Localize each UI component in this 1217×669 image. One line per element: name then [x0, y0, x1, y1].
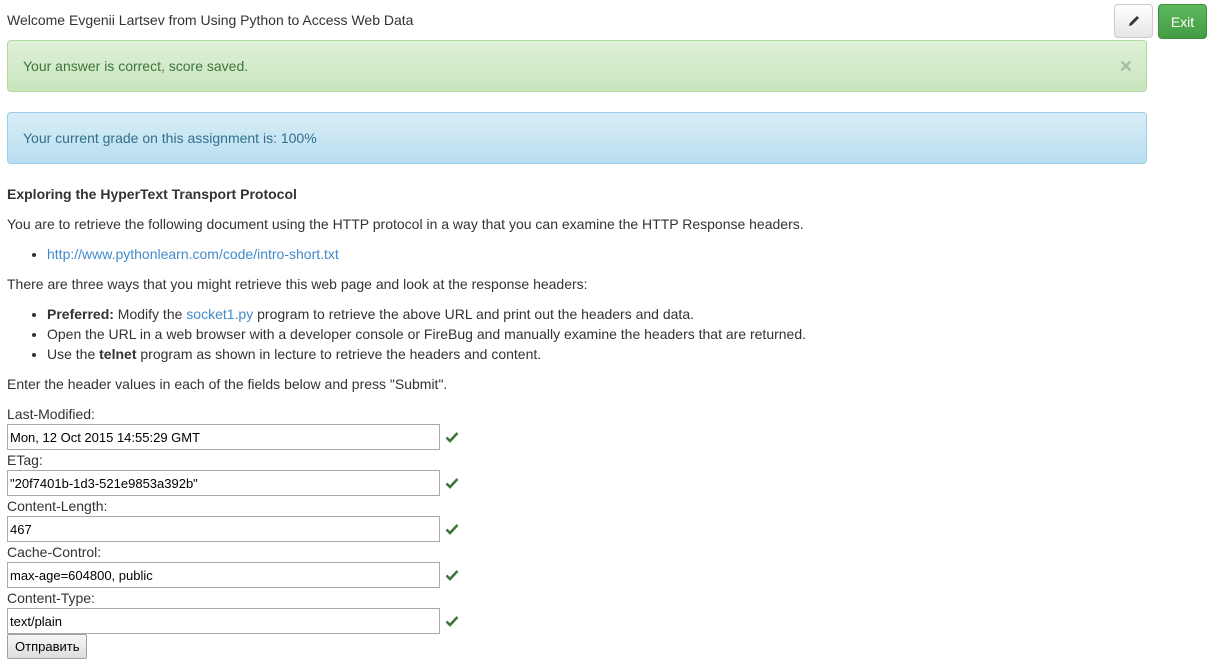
etag-row — [7, 470, 1207, 496]
last-modified-field[interactable] — [7, 424, 440, 450]
grade-alert-text: Your current grade on this assignment is… — [23, 130, 317, 146]
url-list: http://www.pythonlearn.com/code/intro-sh… — [7, 244, 1207, 264]
pencil-icon — [1128, 16, 1139, 26]
last-modified-label: Last-Modified: — [7, 406, 95, 422]
submit-button[interactable]: Отправить — [7, 634, 88, 659]
intro-text: You are to retrieve the following docume… — [7, 216, 804, 232]
checkmark-icon — [445, 524, 459, 535]
cache-control-label: Cache-Control: — [7, 544, 102, 560]
cache-control-row — [7, 562, 1207, 588]
last-modified-row — [7, 424, 1207, 450]
way1-text-post: program to retrieve the above URL and pr… — [253, 306, 694, 322]
way1-text-pre: Modify the — [113, 306, 187, 322]
content-length-row — [7, 516, 1207, 542]
welcome-text: Welcome Evgenii Lartsev from Using Pytho… — [7, 12, 414, 28]
edit-button[interactable] — [1114, 4, 1153, 38]
content-length-label: Content-Length: — [7, 498, 108, 514]
preferred-label: Preferred: — [47, 306, 114, 322]
etag-label: ETag: — [7, 452, 43, 468]
cache-control-field[interactable] — [7, 562, 440, 588]
assignment-content: Exploring the HyperText Transport Protoc… — [7, 184, 1207, 659]
assignment-title: Exploring the HyperText Transport Protoc… — [7, 186, 297, 202]
success-alert-text: Your answer is correct, score saved. — [23, 58, 249, 74]
checkmark-icon — [445, 478, 459, 489]
close-icon[interactable]: × — [1120, 56, 1132, 77]
ways-list: Preferred: Modify the socket1.py program… — [7, 304, 1207, 364]
list-item: http://www.pythonlearn.com/code/intro-sh… — [47, 244, 1207, 264]
list-item: Use the telnet program as shown in lectu… — [47, 344, 1207, 364]
list-item: Preferred: Modify the socket1.py program… — [47, 304, 1207, 324]
header-form: Last-Modified: ETag: Content-Length: Cac… — [7, 404, 1207, 659]
checkmark-icon — [445, 432, 459, 443]
checkmark-icon — [445, 616, 459, 627]
exit-button-label: Exit — [1170, 13, 1195, 30]
checkmark-icon — [445, 570, 459, 581]
content-type-label: Content-Type: — [7, 590, 95, 606]
success-alert: Your answer is correct, score saved. × — [7, 40, 1147, 92]
list-item: Open the URL in a web browser with a dev… — [47, 324, 1207, 344]
document-url-link[interactable]: http://www.pythonlearn.com/code/intro-sh… — [47, 246, 339, 262]
content-type-field[interactable] — [7, 608, 440, 634]
instructions-text: Enter the header values in each of the f… — [7, 376, 448, 392]
etag-field[interactable] — [7, 470, 440, 496]
way3-text-pre: Use the — [47, 346, 100, 362]
content-length-field[interactable] — [7, 516, 440, 542]
ways-intro-text: There are three ways that you might retr… — [7, 276, 588, 292]
content-type-row — [7, 608, 1207, 634]
way2-text: Open the URL in a web browser with a dev… — [47, 326, 807, 342]
exit-button[interactable]: Exit — [1158, 4, 1207, 39]
way3-text-post: program as shown in lecture to retrieve … — [136, 346, 542, 362]
socket1-link[interactable]: socket1.py — [186, 306, 253, 322]
telnet-label: telnet — [99, 346, 137, 362]
page: Welcome Evgenii Lartsev from Using Pytho… — [0, 0, 1217, 669]
grade-alert: Your current grade on this assignment is… — [7, 112, 1147, 164]
